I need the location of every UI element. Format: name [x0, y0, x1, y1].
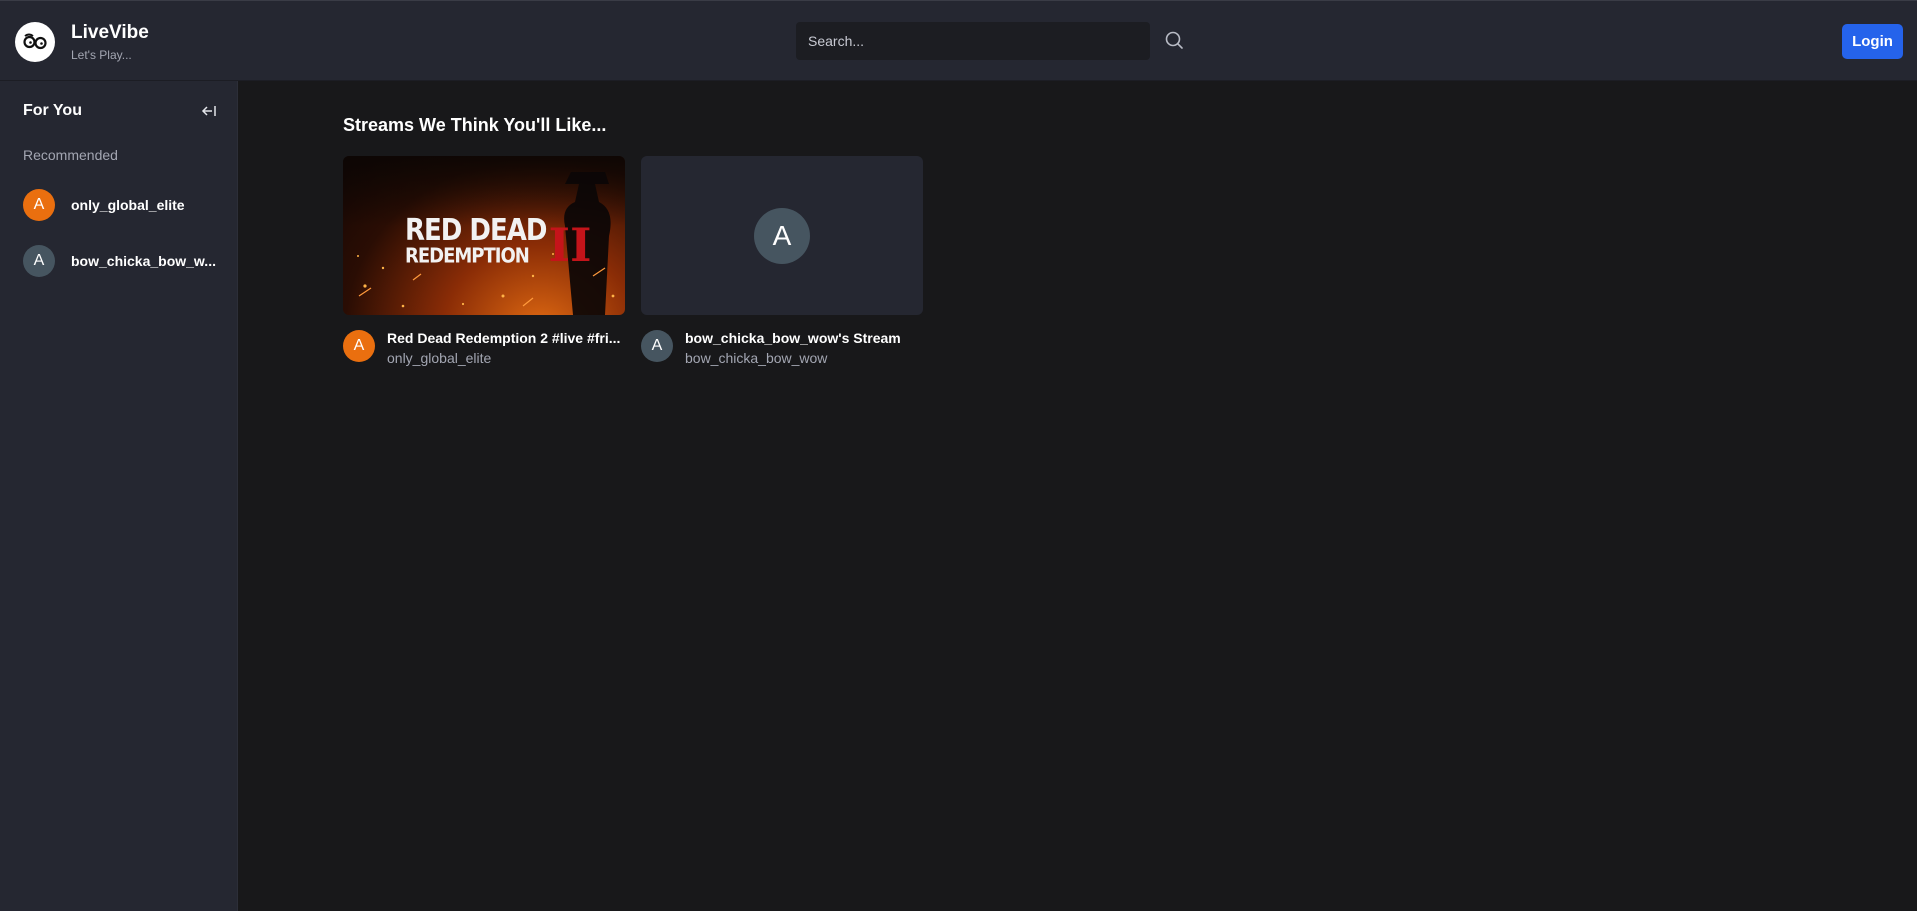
- recommended-list: A only_global_elite A bow_chicka_bow_w..…: [23, 189, 216, 301]
- avatar: A: [23, 189, 55, 221]
- stream-title[interactable]: bow_chicka_bow_wow's Stream: [685, 329, 923, 347]
- sidebar: For You Recommended A only_global_elite …: [0, 81, 238, 911]
- logo-icon: [15, 22, 55, 62]
- sidebar-item-label: bow_chicka_bow_w...: [71, 253, 216, 269]
- stream-card[interactable]: A A bow_chicka_bow_wow's Stream bow_chic…: [641, 156, 923, 367]
- stream-info: A Red Dead Redemption 2 #live #fri... on…: [343, 330, 625, 367]
- top-navbar: LiveVibe Let's Play... Login: [0, 0, 1917, 81]
- stream-info: A bow_chicka_bow_wow's Stream bow_chicka…: [641, 330, 923, 367]
- brand[interactable]: LiveVibe Let's Play...: [15, 21, 149, 63]
- search-input[interactable]: [796, 22, 1150, 60]
- brand-name: LiveVibe: [71, 22, 149, 43]
- sidebar-item-label: only_global_elite: [71, 197, 185, 213]
- avatar[interactable]: A: [641, 330, 673, 362]
- stream-username[interactable]: only_global_elite: [387, 349, 625, 367]
- thumbnail-avatar: A: [754, 207, 810, 264]
- stream-username[interactable]: bow_chicka_bow_wow: [685, 349, 923, 367]
- thumbnail-logo: RED DEAD REDEMPTION II: [405, 213, 592, 272]
- sidebar-item-only-global-elite[interactable]: A only_global_elite: [23, 189, 216, 221]
- recommended-label: Recommended: [23, 147, 118, 163]
- stream-thumbnail[interactable]: RED DEAD REDEMPTION II: [343, 156, 625, 315]
- collapse-sidebar-icon[interactable]: [199, 101, 219, 121]
- page-title: Streams We Think You'll Like...: [343, 115, 607, 135]
- search-button[interactable]: [1150, 22, 1198, 60]
- login-button[interactable]: Login: [1842, 24, 1903, 59]
- brand-tagline: Let's Play...: [71, 48, 132, 62]
- stream-thumbnail[interactable]: A: [641, 156, 923, 315]
- search-icon: [1164, 30, 1184, 53]
- search-bar: [796, 22, 1198, 60]
- avatar: A: [23, 245, 55, 277]
- sidebar-item-bow-chicka-bow-wow[interactable]: A bow_chicka_bow_w...: [23, 245, 216, 277]
- sidebar-title: For You: [23, 102, 82, 119]
- stream-title[interactable]: Red Dead Redemption 2 #live #fri...: [387, 329, 625, 347]
- sidebar-header: For You: [23, 99, 219, 123]
- stream-card[interactable]: RED DEAD REDEMPTION II A Red Dead Redemp…: [343, 156, 625, 367]
- avatar[interactable]: A: [343, 330, 375, 362]
